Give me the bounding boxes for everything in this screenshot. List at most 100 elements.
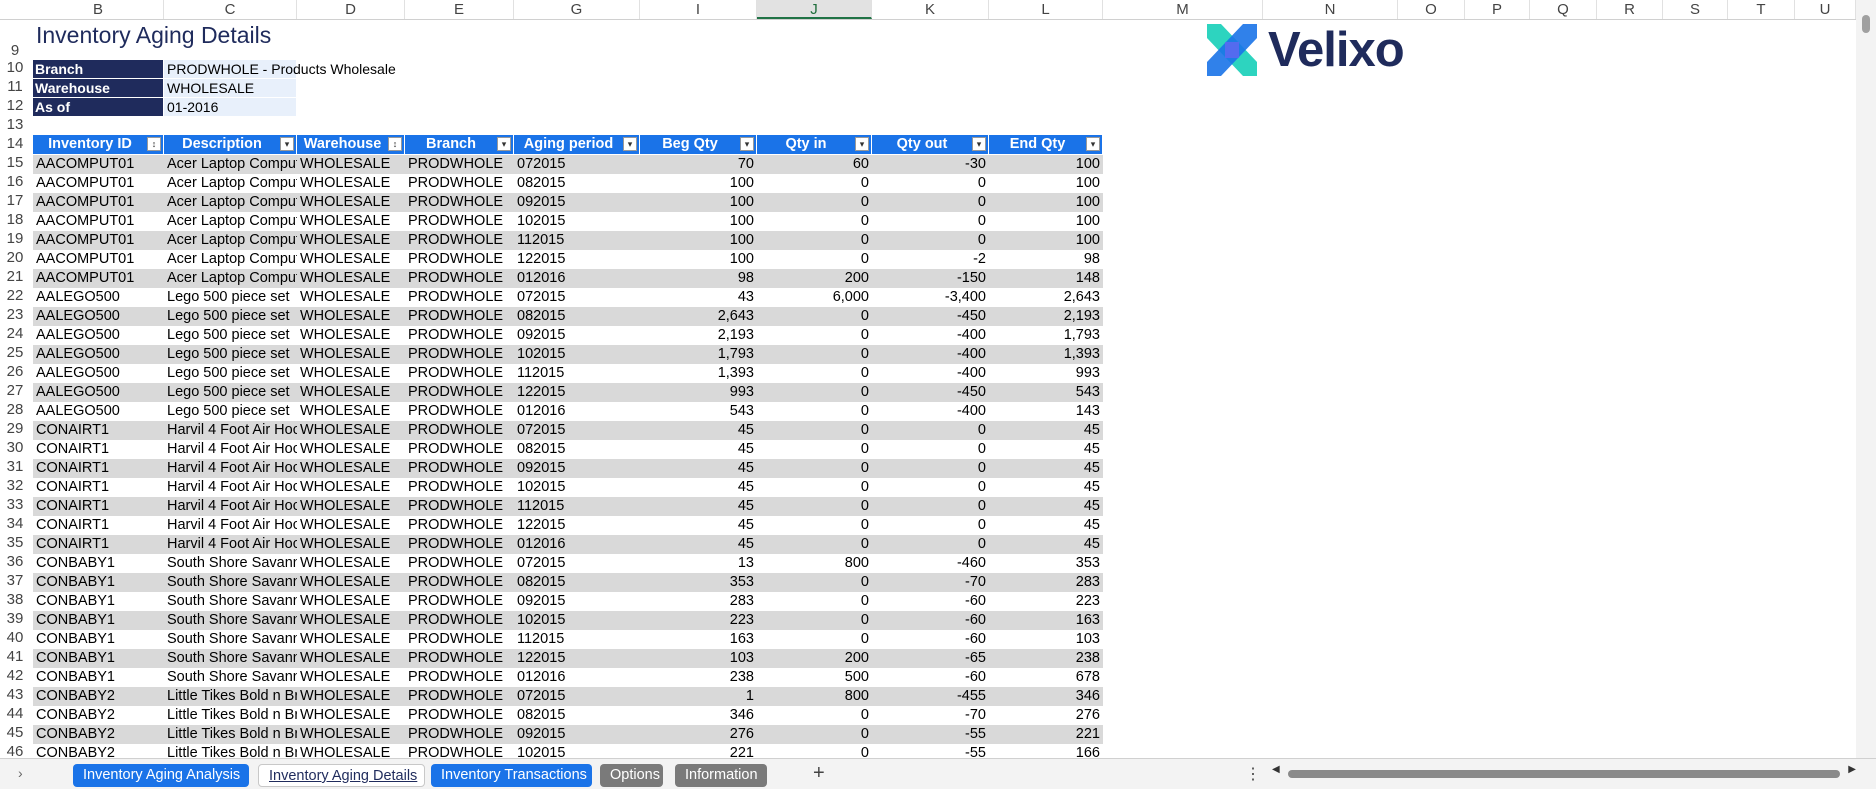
table-cell[interactable]: 6,000	[757, 288, 872, 307]
table-cell[interactable]: 102015	[514, 212, 640, 231]
table-cell[interactable]: 163	[640, 630, 757, 649]
row-header[interactable]: 32	[0, 475, 30, 494]
table-cell[interactable]: -70	[872, 573, 989, 592]
table-cell[interactable]: 0	[757, 364, 872, 383]
table-cell[interactable]: PRODWHOLE	[405, 478, 514, 497]
table-cell[interactable]: PRODWHOLE	[405, 440, 514, 459]
table-cell[interactable]: 0	[757, 193, 872, 212]
horizontal-scrollbar[interactable]: ◀ ▶	[1272, 764, 1856, 780]
table-cell[interactable]: South Shore Savannah	[164, 649, 297, 668]
row-header[interactable]: 12	[0, 95, 30, 114]
table-cell[interactable]: 2,193	[640, 326, 757, 345]
table-cell[interactable]: South Shore Savannah	[164, 611, 297, 630]
table-cell[interactable]: -65	[872, 649, 989, 668]
row-header[interactable]: 11	[0, 76, 30, 95]
sheet-nav-chevron-icon[interactable]: ›	[18, 765, 23, 781]
table-cell[interactable]: AACOMPUT01	[33, 250, 164, 269]
table-cell[interactable]: 0	[757, 212, 872, 231]
table-cell[interactable]: -60	[872, 592, 989, 611]
table-cell[interactable]: 0	[757, 497, 872, 516]
row-header[interactable]: 25	[0, 342, 30, 361]
table-cell[interactable]: 543	[640, 402, 757, 421]
table-cell[interactable]: 100	[989, 212, 1103, 231]
table-cell[interactable]: Acer Laptop Computer	[164, 174, 297, 193]
table-cell[interactable]: -450	[872, 307, 989, 326]
row-header[interactable]: 16	[0, 171, 30, 190]
table-cell[interactable]: 163	[989, 611, 1103, 630]
table-cell[interactable]: Little Tikes Bold n Bright	[164, 687, 297, 706]
table-cell[interactable]: Lego 500 piece set	[164, 383, 297, 402]
column-header-u[interactable]: U	[1795, 0, 1856, 19]
table-cell[interactable]: WHOLESALE	[297, 269, 405, 288]
table-cell[interactable]: 353	[989, 554, 1103, 573]
table-cell[interactable]: 45	[640, 497, 757, 516]
table-cell[interactable]: 45	[989, 478, 1103, 497]
table-cell[interactable]: 012016	[514, 269, 640, 288]
table-cell[interactable]: 45	[989, 516, 1103, 535]
table-cell[interactable]: Little Tikes Bold n Bright	[164, 725, 297, 744]
table-cell[interactable]: WHOLESALE	[297, 383, 405, 402]
table-cell[interactable]: WHOLESALE	[297, 212, 405, 231]
table-cell[interactable]: AALEGO500	[33, 402, 164, 421]
row-header[interactable]: 15	[0, 152, 30, 171]
table-cell[interactable]: Harvil 4 Foot Air Hockey	[164, 421, 297, 440]
column-header-n[interactable]: N	[1263, 0, 1398, 19]
table-cell[interactable]: CONAIRT1	[33, 535, 164, 554]
table-cell[interactable]: 45	[640, 535, 757, 554]
table-cell[interactable]: PRODWHOLE	[405, 668, 514, 687]
table-cell[interactable]: 122015	[514, 649, 640, 668]
table-cell[interactable]: 072015	[514, 554, 640, 573]
row-header[interactable]: 13	[0, 114, 30, 133]
table-cell[interactable]: CONBABY1	[33, 630, 164, 649]
table-cell[interactable]: 223	[640, 611, 757, 630]
table-cell[interactable]: 500	[757, 668, 872, 687]
table-cell[interactable]: WHOLESALE	[297, 364, 405, 383]
table-cell[interactable]: 800	[757, 554, 872, 573]
table-cell[interactable]: PRODWHOLE	[405, 535, 514, 554]
table-cell[interactable]: WHOLESALE	[297, 459, 405, 478]
table-cell[interactable]: CONBABY1	[33, 554, 164, 573]
table-cell[interactable]: 13	[640, 554, 757, 573]
table-cell[interactable]: 012016	[514, 668, 640, 687]
table-cell[interactable]: 100	[640, 250, 757, 269]
table-cell[interactable]: Lego 500 piece set	[164, 364, 297, 383]
table-cell[interactable]: 1,793	[989, 326, 1103, 345]
table-cell[interactable]: PRODWHOLE	[405, 516, 514, 535]
table-cell[interactable]: 0	[757, 440, 872, 459]
table-cell[interactable]: 45	[989, 421, 1103, 440]
table-cell[interactable]: -3,400	[872, 288, 989, 307]
table-cell[interactable]: South Shore Savannah	[164, 554, 297, 573]
table-cell[interactable]: AACOMPUT01	[33, 269, 164, 288]
table-cell[interactable]: 0	[757, 231, 872, 250]
table-cell[interactable]: 092015	[514, 193, 640, 212]
table-cell[interactable]: WHOLESALE	[297, 706, 405, 725]
table-cell[interactable]: 543	[989, 383, 1103, 402]
table-cell[interactable]: 0	[872, 174, 989, 193]
table-cell[interactable]: 092015	[514, 459, 640, 478]
table-cell[interactable]: 100	[989, 193, 1103, 212]
row-header[interactable]: 17	[0, 190, 30, 209]
column-header-e[interactable]: E	[405, 0, 514, 19]
table-cell[interactable]: WHOLESALE	[297, 497, 405, 516]
table-cell[interactable]: 0	[757, 478, 872, 497]
row-header[interactable]: 31	[0, 456, 30, 475]
table-cell[interactable]: 1	[640, 687, 757, 706]
table-cell[interactable]: WHOLESALE	[297, 345, 405, 364]
table-cell[interactable]: 45	[640, 421, 757, 440]
table-cell[interactable]: PRODWHOLE	[405, 402, 514, 421]
add-sheet-button[interactable]: +	[813, 762, 825, 785]
table-cell[interactable]: CONBABY1	[33, 649, 164, 668]
table-cell[interactable]: Acer Laptop Computer	[164, 155, 297, 174]
table-cell[interactable]: PRODWHOLE	[405, 269, 514, 288]
table-cell[interactable]: PRODWHOLE	[405, 630, 514, 649]
table-cell[interactable]: PRODWHOLE	[405, 611, 514, 630]
table-cell[interactable]: WHOLESALE	[297, 630, 405, 649]
table-cell[interactable]: 012016	[514, 535, 640, 554]
row-header[interactable]: 20	[0, 247, 30, 266]
table-cell[interactable]: AACOMPUT01	[33, 193, 164, 212]
table-cell[interactable]: AACOMPUT01	[33, 212, 164, 231]
table-cell[interactable]: WHOLESALE	[297, 611, 405, 630]
table-cell[interactable]: PRODWHOLE	[405, 174, 514, 193]
table-cell[interactable]: 0	[872, 516, 989, 535]
table-cell[interactable]: South Shore Savannah	[164, 630, 297, 649]
